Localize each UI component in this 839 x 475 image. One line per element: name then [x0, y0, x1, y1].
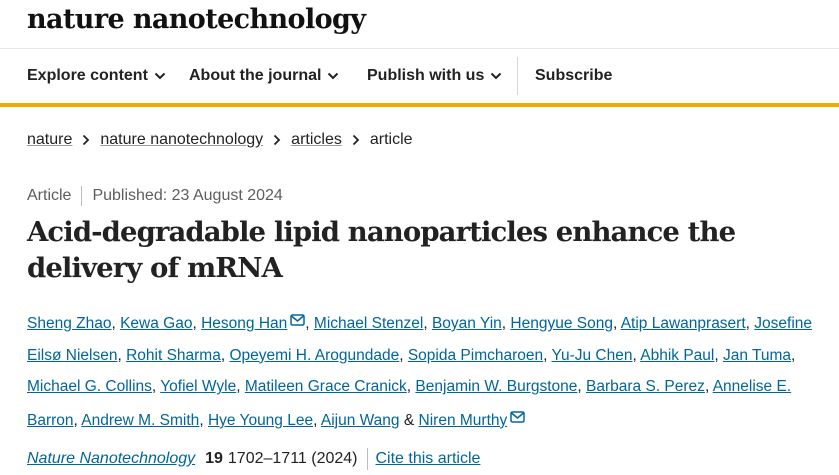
envelope-icon[interactable] [290, 306, 306, 338]
article-type: Article [27, 187, 72, 204]
author-link[interactable]: Abhik Paul [640, 347, 714, 364]
nav-subscribe[interactable]: Subscribe [535, 49, 612, 103]
envelope-icon[interactable] [510, 403, 525, 435]
author-link[interactable]: Kewa Gao [120, 315, 192, 332]
published-date: Published: 23 August 2024 [92, 187, 283, 204]
author-link[interactable]: Yu-Ju Chen [551, 347, 632, 364]
author-link[interactable]: Boyan Yin [432, 315, 502, 332]
breadcrumb-nature[interactable]: nature [27, 131, 72, 149]
breadcrumb-articles[interactable]: articles [291, 131, 342, 149]
article-meta: Article Published: 23 August 2024 [27, 186, 283, 206]
author-link[interactable]: Opeyemi H. Arogundade [229, 347, 399, 364]
journal-logo[interactable]: nature nanotechnology [27, 2, 366, 38]
author-link[interactable]: Michael G. Collins [27, 378, 152, 395]
author-link[interactable]: Niren Murthy [419, 412, 508, 429]
author-link[interactable]: Andrew M. Smith [81, 412, 199, 429]
author-link[interactable]: Sheng Zhao [27, 315, 111, 332]
nav-divider [517, 57, 518, 95]
article-title: Acid-degradable lipid nanoparticles enha… [27, 216, 736, 284]
chevron-right-icon [273, 134, 281, 146]
nav-about-journal[interactable]: About the journal [189, 49, 339, 103]
journal-name-link[interactable]: Nature Nanotechnology [27, 450, 195, 468]
main-nav: Explore content About the journal Publis… [0, 49, 839, 107]
author-link[interactable]: Rohit Sharma [126, 347, 221, 364]
nav-about-journal-label: About the journal [189, 67, 322, 84]
chevron-right-icon [82, 134, 90, 146]
author-link[interactable]: Benjamin W. Burgstone [415, 378, 577, 395]
breadcrumb-nature-nanotechnology[interactable]: nature nanotechnology [100, 131, 263, 149]
pages-year: 1702–1711 (2024) [227, 450, 358, 467]
nav-publish-with-us-label: Publish with us [367, 67, 485, 84]
author-link[interactable]: Aijun Wang [321, 412, 400, 429]
author-link[interactable]: Matileen Grace Cranick [245, 378, 407, 395]
volume: 19 [205, 450, 223, 467]
chevron-down-icon [327, 72, 339, 80]
author-link[interactable]: Sopida Pimcharoen [408, 347, 543, 364]
chevron-down-icon [490, 72, 502, 80]
chevron-right-icon [352, 134, 360, 146]
author-link[interactable]: Michael Stenzel [314, 315, 423, 332]
author-link[interactable]: Hengyue Song [510, 315, 613, 332]
citation: Nature Nanotechnology 19 1702–1711 (2024… [27, 448, 480, 470]
nav-publish-with-us[interactable]: Publish with us [367, 49, 502, 103]
author-link[interactable]: Yofiel Wyle [160, 378, 236, 395]
cite-this-article-link[interactable]: Cite this article [376, 450, 481, 468]
breadcrumb-current: article [369, 131, 413, 148]
meta-divider [81, 186, 83, 206]
author-link[interactable]: Barbara S. Perez [586, 378, 705, 395]
nav-subscribe-label: Subscribe [535, 67, 613, 84]
breadcrumb: nature nature nanotechnology articles ar… [27, 130, 413, 150]
author-link[interactable]: Jan Tuma [723, 347, 791, 364]
masthead: nature nanotechnology [0, 0, 839, 49]
author-conjunction: & [403, 411, 415, 429]
author-link[interactable]: Atip Lawanprasert [621, 315, 746, 332]
nav-explore-content-label: Explore content [27, 67, 148, 84]
nav-explore-content[interactable]: Explore content [27, 49, 166, 103]
author-link[interactable]: Hesong Han [201, 315, 287, 332]
chevron-down-icon [154, 72, 166, 80]
author-list: Sheng Zhao, Kewa Gao, Hesong Han, Michae… [27, 306, 817, 436]
author-link[interactable]: Hye Young Lee [208, 412, 313, 429]
citation-divider [366, 448, 368, 470]
